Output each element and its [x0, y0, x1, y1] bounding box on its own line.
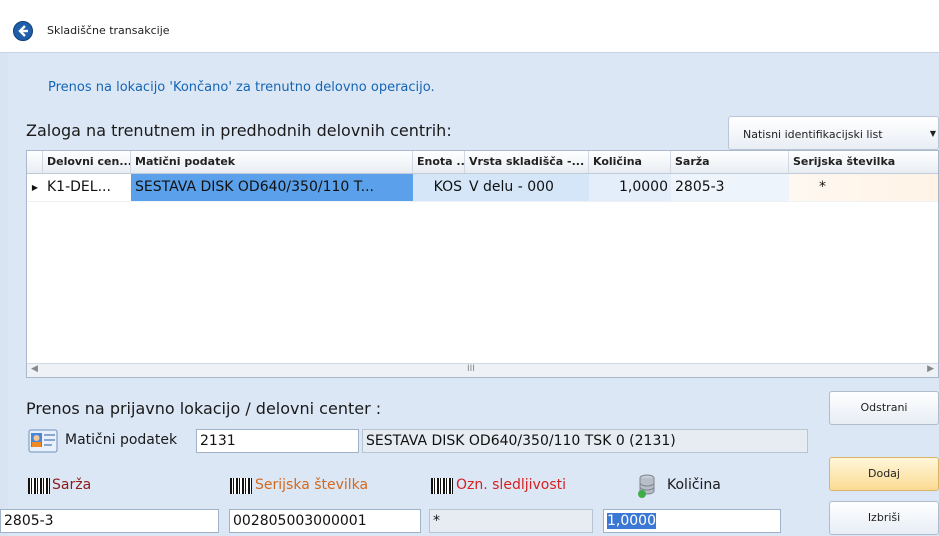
- serial-label: Serijska številka: [255, 477, 369, 493]
- col-header-unit[interactable]: Enota ...: [413, 151, 465, 173]
- col-header-workcenter[interactable]: Delovni cen...: [43, 151, 131, 173]
- col-header-type[interactable]: Vrsta skladišča -...: [465, 151, 589, 173]
- serial-input[interactable]: 002805003000001: [229, 509, 421, 533]
- batch-input[interactable]: 2805-3: [0, 509, 219, 533]
- batch-label: Sarža: [52, 477, 92, 493]
- col-header-batch[interactable]: Sarža: [671, 151, 789, 173]
- back-arrow-icon[interactable]: [13, 21, 33, 41]
- add-button[interactable]: Dodaj: [829, 457, 939, 491]
- barcode-icon: [28, 478, 50, 494]
- cell-type: V delu - 000: [465, 174, 589, 201]
- title-bar: Skladiščne transakcije: [0, 0, 939, 53]
- horizontal-scrollbar[interactable]: ◀ III ▶: [27, 363, 938, 377]
- print-id-sheet-label: Natisni identifikacijski list: [743, 128, 883, 141]
- stock-heading: Zaloga na trenutnem in predhodnih delovn…: [26, 121, 452, 140]
- cell-batch: 2805-3: [671, 174, 789, 201]
- stock-grid[interactable]: Delovni cen... Matični podatek Enota ...…: [26, 150, 939, 378]
- item-code-input[interactable]: 2131: [196, 429, 359, 453]
- cell-item: SESTAVA DISK OD640/350/110 T...: [131, 174, 413, 201]
- window-title: Skladiščne transakcije: [47, 24, 170, 37]
- table-row[interactable]: ▶ K1-DEL... SESTAVA DISK OD640/350/110 T…: [27, 174, 938, 202]
- cell-unit: KOS: [413, 174, 465, 201]
- cell-serial: *: [819, 179, 826, 195]
- info-text: Prenos na lokacijo 'Končano' za trenutno…: [48, 80, 435, 95]
- col-header-item[interactable]: Matični podatek: [131, 151, 413, 173]
- col-header-serial[interactable]: Serijska številka: [789, 151, 938, 173]
- delete-button[interactable]: Izbriši: [829, 501, 939, 535]
- trace-label: Ozn. sledljivosti: [456, 477, 567, 493]
- barcode-icon: [431, 478, 453, 494]
- col-header-qty[interactable]: Količina: [589, 151, 671, 173]
- qty-input[interactable]: 1,0000: [603, 509, 781, 533]
- qty-label: Količina: [667, 477, 721, 493]
- remove-button[interactable]: Odstrani: [829, 391, 939, 425]
- qty-selected-text: 1,0000: [607, 513, 656, 529]
- item-name-field: SESTAVA DISK OD640/350/110 TSK 0 (2131): [362, 429, 808, 453]
- row-indicator-header: [27, 151, 43, 173]
- barcode-icon: [230, 478, 252, 494]
- dropdown-arrow-icon[interactable]: ▼: [930, 129, 936, 138]
- row-pointer-icon: ▶: [31, 183, 39, 192]
- item-label: Matični podatek: [65, 432, 178, 448]
- cell-workcenter: K1-DEL...: [47, 179, 111, 195]
- print-id-sheet-button[interactable]: Natisni identifikacijski list ▼: [728, 116, 939, 150]
- grid-header: Delovni cen... Matični podatek Enota ...…: [27, 151, 938, 174]
- scroll-left-icon[interactable]: ◀: [31, 364, 38, 374]
- transfer-heading: Prenos na prijavno lokacijo / delovni ce…: [26, 399, 382, 418]
- trace-input[interactable]: *: [429, 509, 593, 533]
- cell-qty: 1,0000: [589, 174, 671, 201]
- scroll-right-icon[interactable]: ▶: [927, 364, 934, 374]
- item-card-icon: [28, 428, 58, 454]
- database-icon: [638, 473, 658, 499]
- scroll-thumb[interactable]: III: [467, 364, 475, 374]
